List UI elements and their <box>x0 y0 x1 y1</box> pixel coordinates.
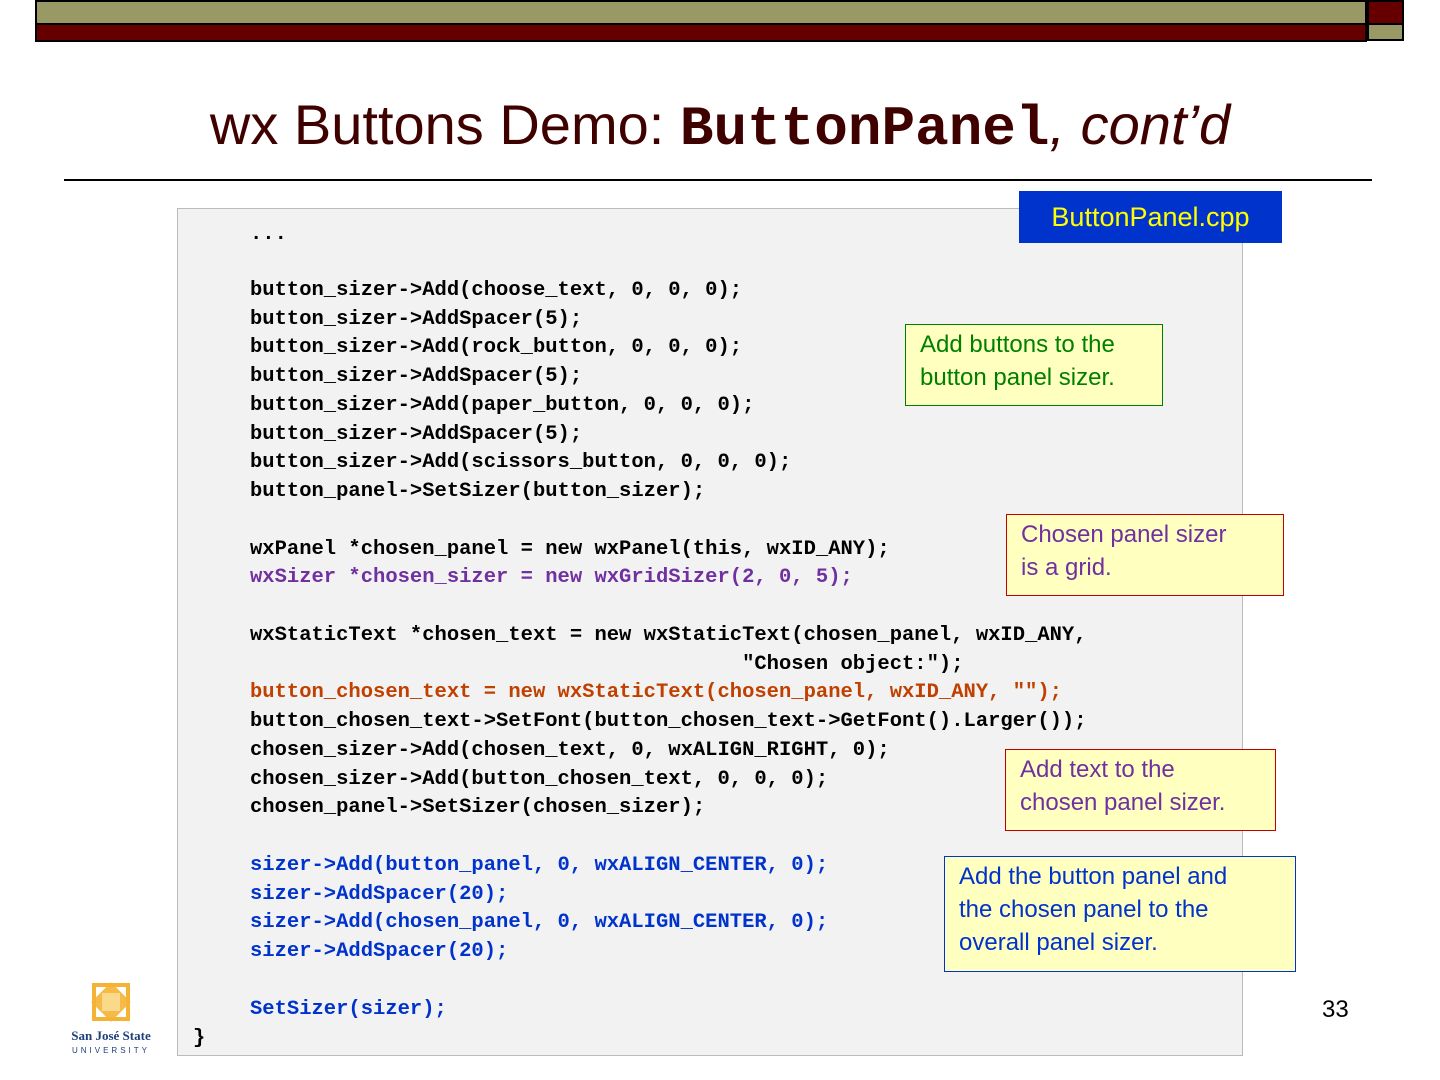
code-line: chosen_panel->SetSizer(chosen_sizer); <box>250 796 706 819</box>
code-line: SetSizer(sizer); <box>250 998 447 1021</box>
note-text: chosen panel sizer. <box>1020 789 1226 816</box>
code-line: button_chosen_text->SetFont(button_chose… <box>250 710 1087 733</box>
note-text: Chosen panel sizer <box>1021 521 1227 548</box>
title-prefix: wx Buttons Demo: <box>209 93 680 156</box>
code-line: button_chosen_text = new wxStaticText(ch… <box>250 681 1062 704</box>
code-line: button_sizer->Add(paper_button, 0, 0, 0)… <box>250 394 755 417</box>
code-line: button_sizer->Add(rock_button, 0, 0, 0); <box>250 336 743 359</box>
slide-title: wx Buttons Demo: ButtonPanel, cont’d <box>0 92 1440 161</box>
code-line: "Chosen object:"); <box>250 653 964 676</box>
code-line: chosen_sizer->Add(button_chosen_text, 0,… <box>250 768 829 791</box>
note-text: Add buttons to the <box>920 331 1115 358</box>
svg-text:San José State: San José State <box>71 1028 151 1043</box>
note-text: button panel sizer. <box>920 364 1115 391</box>
header-square-maroon <box>1367 0 1404 25</box>
note-text: the chosen panel to the <box>959 896 1209 923</box>
code-line: button_sizer->AddSpacer(5); <box>250 308 583 331</box>
page-number: 33 <box>1322 996 1349 1023</box>
code-line: } <box>193 1027 206 1050</box>
header-square-olive <box>1367 25 1404 41</box>
title-divider <box>64 179 1372 181</box>
code-line: sizer->AddSpacer(20); <box>250 940 509 963</box>
header-bar-olive <box>35 0 1367 25</box>
header-bar-maroon <box>35 25 1367 42</box>
note-add-buttons: Add buttons to the button panel sizer. <box>905 324 1163 406</box>
svg-text:UNIVERSITY: UNIVERSITY <box>72 1046 150 1055</box>
code-line: wxPanel *chosen_panel = new wxPanel(this… <box>250 538 890 561</box>
title-suffix: , cont’d <box>1049 93 1231 156</box>
code-line: sizer->Add(button_panel, 0, wxALIGN_CENT… <box>250 854 829 877</box>
code-line: button_sizer->AddSpacer(5); <box>250 423 583 446</box>
note-text: overall panel sizer. <box>959 929 1158 956</box>
note-text: is a grid. <box>1021 554 1112 581</box>
note-text: Add the button panel and <box>959 863 1228 890</box>
code-line: sizer->AddSpacer(20); <box>250 883 509 906</box>
code-line: button_sizer->Add(choose_text, 0, 0, 0); <box>250 279 743 302</box>
note-add-panels: Add the button panel and the chosen panel… <box>944 856 1296 972</box>
filename-label: ButtonPanel.cpp <box>1019 191 1282 243</box>
title-code: ButtonPanel <box>679 97 1050 161</box>
code-line: wxSizer *chosen_sizer = new wxGridSizer(… <box>250 566 853 589</box>
code-line: chosen_sizer->Add(chosen_text, 0, wxALIG… <box>250 739 890 762</box>
code-line: ... <box>250 223 287 246</box>
code-line: sizer->Add(chosen_panel, 0, wxALIGN_CENT… <box>250 911 829 934</box>
note-grid-sizer: Chosen panel sizer is a grid. <box>1006 514 1284 596</box>
code-line: button_sizer->Add(scissors_button, 0, 0,… <box>250 451 792 474</box>
code-line: wxStaticText *chosen_text = new wxStatic… <box>250 624 1087 647</box>
sjsu-logo: San José State UNIVERSITY <box>71 982 151 1055</box>
code-line: button_sizer->AddSpacer(5); <box>250 365 583 388</box>
note-add-text: Add text to the chosen panel sizer. <box>1005 749 1276 831</box>
note-text: Add text to the <box>1020 756 1175 783</box>
code-line: button_panel->SetSizer(button_sizer); <box>250 480 706 503</box>
